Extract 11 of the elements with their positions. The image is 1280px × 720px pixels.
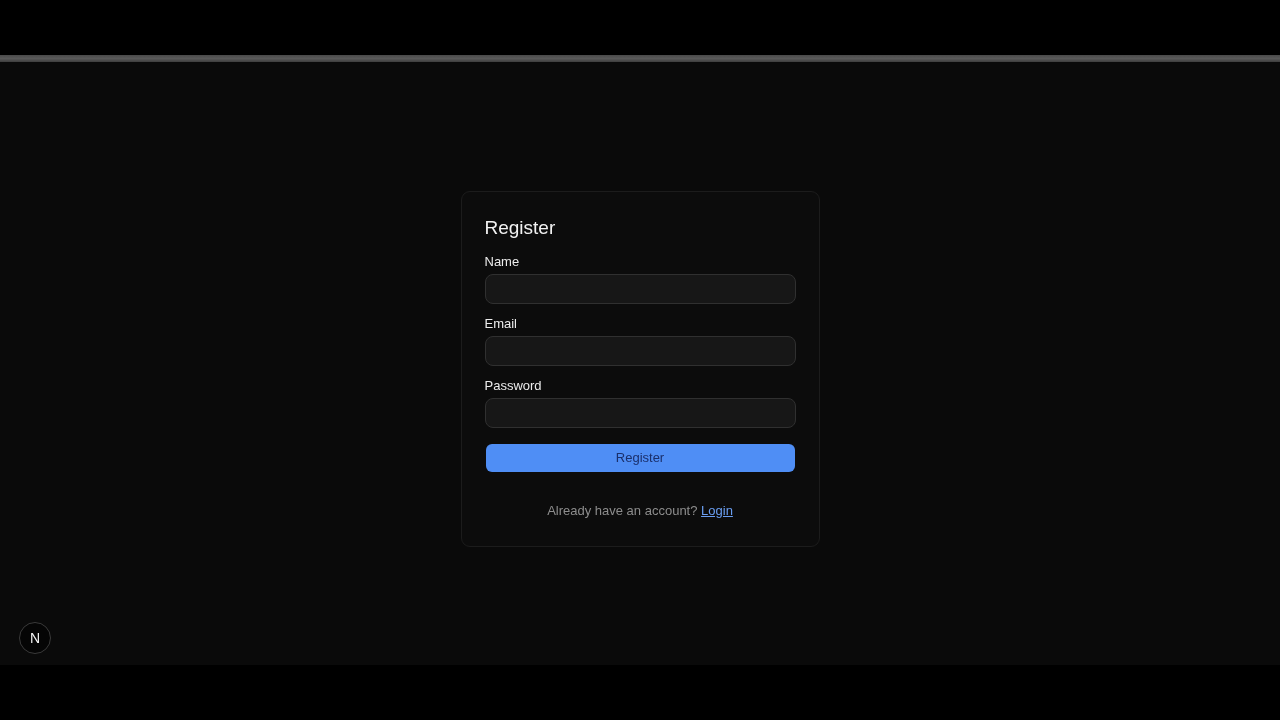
form-title: Register: [484, 215, 556, 240]
register-button[interactable]: Register: [485, 443, 795, 472]
login-link[interactable]: Login: [701, 502, 733, 518]
login-prompt: Already have an account? Login: [547, 501, 733, 520]
dev-indicator-button[interactable]: N: [19, 622, 51, 654]
input-field[interactable]: [484, 397, 796, 428]
input-field[interactable]: [484, 335, 796, 366]
input-field[interactable]: [484, 273, 796, 304]
field-label: Name: [484, 253, 520, 270]
field-label: Password: [484, 377, 542, 394]
field-label: Email: [484, 315, 517, 332]
